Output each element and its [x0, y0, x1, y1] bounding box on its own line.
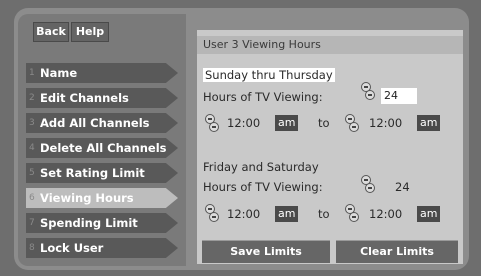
sidebar-item-label: Lock User: [40, 241, 104, 255]
weekend-end-stepper[interactable]: [345, 204, 359, 224]
weekday-hours-stepper[interactable]: [361, 82, 375, 102]
minus-icon: [209, 212, 219, 222]
sidebar-item-number: 7: [29, 218, 35, 228]
sidebar-item-add-all-channels[interactable]: 3 Add All Channels: [26, 113, 178, 133]
sidebar-item-set-rating-limit[interactable]: 5 Set Rating Limit: [26, 163, 178, 183]
weekday-start-time: 12:00: [227, 116, 261, 130]
weekend-hours-value[interactable]: 24: [395, 180, 410, 194]
weekday-to-label: to: [318, 116, 330, 130]
sidebar-item-number: 6: [29, 193, 35, 203]
sidebar-item-spending-limit[interactable]: 7 Spending Limit: [26, 213, 178, 233]
weekday-hours-label: Hours of TV Viewing:: [203, 90, 323, 104]
sidebar-item-number: 8: [29, 243, 35, 253]
sidebar-item-number: 4: [29, 143, 35, 153]
sidebar-item-label: Delete All Channels: [40, 141, 167, 155]
sidebar-item-edit-channels[interactable]: 2 Edit Channels: [26, 88, 178, 108]
sidebar-item-label: Spending Limit: [40, 216, 138, 230]
minus-icon: [349, 212, 359, 222]
sidebar-item-number: 1: [29, 68, 35, 78]
sidebar-item-name[interactable]: 1 Name: [26, 63, 178, 83]
panel-title: User 3 Viewing Hours: [197, 36, 463, 54]
sidebar-item-lock-user[interactable]: 8 Lock User: [26, 238, 178, 258]
weekday-end-ampm[interactable]: am: [417, 115, 441, 131]
help-button[interactable]: Help: [71, 22, 109, 42]
weekend-hours-stepper[interactable]: [361, 175, 375, 195]
weekend-start-stepper[interactable]: [205, 204, 219, 224]
weekday-heading-text: Sunday thru Thursday: [203, 68, 335, 82]
weekend-heading: Friday and Saturday: [203, 160, 319, 174]
viewing-hours-panel: User 3 Viewing Hours Sunday thru Thursda…: [197, 30, 463, 264]
sidebar-item-number: 3: [29, 118, 35, 128]
weekday-start-stepper[interactable]: [205, 114, 219, 134]
sidebar-item-delete-all-channels[interactable]: 4 Delete All Channels: [26, 138, 178, 158]
sidebar-item-number: 2: [29, 93, 35, 103]
back-button[interactable]: Back: [33, 22, 69, 42]
minus-icon: [365, 90, 375, 100]
sidebar-item-label: Edit Channels: [40, 91, 129, 105]
weekday-end-time: 12:00: [369, 116, 403, 130]
sidebar-item-label: Name: [40, 66, 78, 80]
weekday-heading: Sunday thru Thursday: [203, 68, 335, 82]
minus-icon: [365, 183, 375, 193]
minus-icon: [209, 122, 219, 132]
weekday-hours-value[interactable]: 24: [381, 88, 417, 104]
weekend-start-time: 12:00: [227, 207, 261, 221]
weekday-end-stepper[interactable]: [345, 114, 359, 134]
weekend-hours-label: Hours of TV Viewing:: [203, 180, 323, 194]
weekend-start-ampm[interactable]: am: [275, 206, 299, 222]
minus-icon: [349, 122, 359, 132]
sidebar-item-label: Viewing Hours: [40, 191, 134, 205]
weekend-end-ampm[interactable]: am: [417, 206, 441, 222]
weekend-to-label: to: [318, 207, 330, 221]
clear-limits-button[interactable]: Clear Limits: [336, 240, 458, 263]
save-limits-button[interactable]: Save Limits: [202, 240, 330, 263]
weekend-end-time: 12:00: [369, 207, 403, 221]
sidebar-item-label: Add All Channels: [40, 116, 150, 130]
sidebar-item-label: Set Rating Limit: [40, 166, 145, 180]
sidebar-item-viewing-hours[interactable]: 6 Viewing Hours: [26, 188, 178, 208]
weekday-start-ampm[interactable]: am: [275, 115, 299, 131]
sidebar-item-number: 5: [29, 168, 35, 178]
screen: Back Help 1 Name 2 Edit Channels 3 Add All …: [0, 0, 481, 276]
